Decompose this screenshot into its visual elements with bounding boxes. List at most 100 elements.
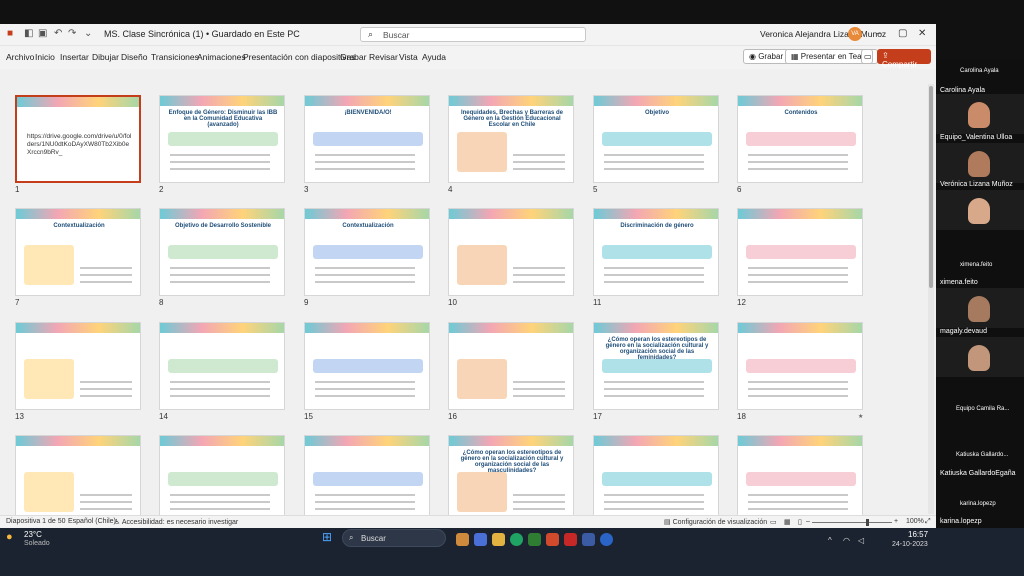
slide-thumbnail[interactable]	[15, 435, 141, 523]
normal-view-icon[interactable]: ▭	[770, 518, 777, 526]
slide-thumbnail[interactable]: Objetivo de Desarrollo Sostenible	[159, 208, 285, 296]
menu-diseno[interactable]: Diseño	[121, 52, 147, 62]
slide-thumbnail[interactable]: Discriminación de género	[593, 208, 719, 296]
zoom-slider-knob[interactable]	[866, 519, 869, 526]
acrobat-icon[interactable]	[564, 533, 577, 546]
menu-archivo[interactable]: Archivo	[6, 52, 34, 62]
close-icon[interactable]: ✕	[918, 28, 926, 39]
slide-title: ¡BIENVENIDA/O!	[344, 110, 392, 116]
slide-count[interactable]: Diapositiva 1 de 50	[6, 518, 66, 525]
autosave-icon[interactable]: ◧	[24, 28, 33, 39]
slide-thumbnail[interactable]	[304, 322, 430, 410]
reading-view-icon[interactable]: ▯	[798, 518, 802, 526]
slide-thumbnail[interactable]	[737, 435, 863, 523]
accessibility-status[interactable]: ♿ Accesibilidad: es necesario investigar	[114, 518, 238, 526]
participant-face	[968, 198, 990, 224]
slide-text-line	[315, 154, 415, 156]
slide-thumbnail[interactable]: Inequidades, Brechas y Barreras de Géner…	[448, 95, 574, 183]
powerpoint-taskbar-icon[interactable]	[546, 533, 559, 546]
menu-ayuda[interactable]: Ayuda	[422, 52, 446, 62]
excel-icon[interactable]	[528, 533, 541, 546]
participant-video-tile[interactable]	[936, 190, 1024, 230]
menu-inicio[interactable]: Inicio	[35, 52, 55, 62]
slide-thumbnail[interactable]: Contextualización	[15, 208, 141, 296]
chrome-icon[interactable]	[510, 533, 523, 546]
slide-title: Contenidos	[784, 110, 818, 116]
word-icon[interactable]	[582, 533, 595, 546]
slide-thumbnail[interactable]: Objetivo	[593, 95, 719, 183]
slide-thumbnail[interactable]: ¡BIENVENIDA/O!	[304, 95, 430, 183]
menu-vista[interactable]: Vista	[399, 52, 418, 62]
participant-video-tile[interactable]	[936, 288, 1024, 328]
slide-header-band	[16, 323, 140, 333]
slide-thumbnail[interactable]	[159, 435, 285, 523]
comments-button[interactable]: ▭	[861, 49, 873, 64]
sorter-view-icon[interactable]: ▦	[784, 518, 791, 526]
wifi-icon[interactable]: ◠	[843, 536, 850, 545]
slide-header-band	[449, 209, 573, 219]
scrollbar-thumb[interactable]	[929, 86, 933, 288]
clock-time[interactable]: 16:57	[908, 530, 928, 539]
windows-start-icon[interactable]: ⊞	[322, 530, 332, 544]
customize-icon[interactable]: ⌄	[84, 28, 92, 39]
fit-icon[interactable]: ⤢	[925, 518, 931, 526]
zoom-in-icon[interactable]: +	[894, 518, 898, 525]
view-settings[interactable]: ▤ Configuración de visualización	[664, 518, 767, 526]
slide-thumbnail[interactable]	[737, 208, 863, 296]
restore-icon[interactable]: ▢	[898, 28, 907, 39]
slide-thumbnail[interactable]	[448, 208, 574, 296]
zoom-slider[interactable]	[812, 522, 892, 523]
share-button[interactable]: ⇪ Compartir	[877, 49, 931, 69]
slide-thumbnail[interactable]	[737, 322, 863, 410]
slide-number: 2	[159, 185, 164, 194]
menu-revisar[interactable]: Revisar	[369, 52, 398, 62]
slide-thumbnail[interactable]: https://drive.google.com/drive/u/0/folde…	[15, 95, 141, 183]
slide-header-band	[305, 436, 429, 446]
slide-thumbnail[interactable]	[593, 435, 719, 523]
minimize-icon[interactable]: –	[876, 28, 882, 39]
taskbar-search[interactable]: ⌕ Buscar	[342, 529, 446, 547]
slide-thumbnail[interactable]: Enfoque de Género: Disminuir las IBB en …	[159, 95, 285, 183]
clock-date[interactable]: 24-10-2023	[892, 541, 928, 548]
menu-transiciones[interactable]: Transiciones	[151, 52, 199, 62]
slide-content-block	[457, 132, 507, 172]
temperature[interactable]: 23°C	[24, 530, 42, 539]
menu-dibujar[interactable]: Dibujar	[92, 52, 119, 62]
slide-thumbnail[interactable]	[304, 435, 430, 523]
slide-thumbnail[interactable]	[15, 322, 141, 410]
undo-icon[interactable]: ↶	[54, 28, 62, 39]
language[interactable]: Español (Chile)	[68, 518, 116, 525]
vertical-scrollbar[interactable]	[928, 84, 934, 514]
slide-header-band	[160, 209, 284, 219]
slide-thumbnail[interactable]: Contextualización	[304, 208, 430, 296]
menu-presentacion[interactable]: Presentación con diapositivas	[243, 52, 355, 62]
file-explorer-icon[interactable]	[456, 533, 469, 546]
avatar[interactable]: VA	[848, 27, 862, 41]
redo-icon[interactable]: ↷	[68, 28, 76, 39]
search-box[interactable]: ⌕ Buscar	[360, 27, 586, 42]
menu-insertar[interactable]: Insertar	[60, 52, 89, 62]
slide-text-line	[604, 281, 704, 283]
slide-text-line	[604, 161, 704, 163]
slide-thumbnail[interactable]: ¿Cómo operan los estereotipos de género …	[448, 435, 574, 523]
slide-text-line	[604, 274, 704, 276]
menu-grabar[interactable]: Grabar	[340, 52, 366, 62]
zoom-level[interactable]: 100%	[906, 518, 924, 525]
chevron-up-icon[interactable]: ^	[828, 536, 832, 545]
volume-icon[interactable]: ◁	[858, 536, 864, 545]
slide-thumbnail[interactable]: ¿Cómo operan los estereotipos de género …	[593, 322, 719, 410]
slide-thumbnail[interactable]: Contenidos	[737, 95, 863, 183]
slide-thumbnail[interactable]	[448, 322, 574, 410]
participant-video-tile[interactable]	[936, 337, 1024, 377]
participant-video-tile[interactable]	[936, 94, 1024, 134]
zoom-out-icon[interactable]: –	[806, 518, 810, 525]
participant-video-tile[interactable]	[936, 143, 1024, 183]
record-button[interactable]: ◉ Grabar	[743, 49, 790, 64]
slide-thumbnail[interactable]	[159, 322, 285, 410]
slide-content-block	[24, 245, 74, 285]
zoom-app-icon[interactable]	[600, 533, 613, 546]
teams-taskbar-icon[interactable]	[474, 533, 487, 546]
save-icon[interactable]: ▣	[38, 28, 47, 39]
folder-icon[interactable]	[492, 533, 505, 546]
menu-animaciones[interactable]: Animaciones	[197, 52, 246, 62]
